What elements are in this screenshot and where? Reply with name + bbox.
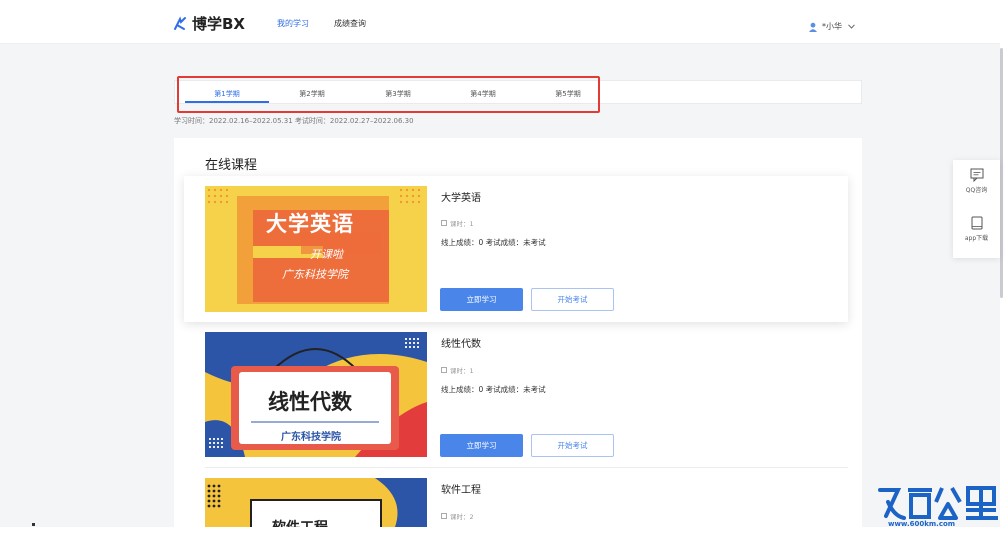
study-now-button[interactable]: 立即学习 [440, 288, 523, 311]
lesson-icon [441, 513, 447, 519]
lesson-icon [441, 367, 447, 373]
lesson-count: 课时：1 [450, 367, 474, 375]
qq-consult-button[interactable]: QQ咨询 [953, 168, 1000, 194]
course-lessons-linear-algebra: 课时：1 [441, 365, 474, 375]
course-scores-english: 线上成绩：0 考试成绩：未考试 [441, 238, 546, 247]
course-name-linear-algebra[interactable]: 线性代数 [441, 335, 481, 350]
avatar-icon [809, 22, 817, 32]
logo-icon [174, 15, 186, 30]
lesson-icon [441, 220, 447, 226]
course-name-english[interactable]: 大学英语 [441, 189, 481, 204]
chevron-down-icon [848, 24, 855, 29]
lesson-count: 课时：2 [450, 513, 474, 521]
qq-consult-label: QQ咨询 [965, 187, 988, 194]
logo-text: 博学BX [192, 15, 245, 33]
section-title: 在线课程 [205, 158, 258, 173]
top-header: 博学BX 我的学习 成绩查询 *小华 [0, 0, 1000, 44]
course-lessons-software-engineering: 课时：2 [441, 511, 474, 521]
software-cover-title: 软件工程 [272, 518, 328, 527]
chat-icon [970, 168, 983, 182]
start-exam-button[interactable]: 开始考试 [531, 434, 614, 457]
semester-time-info: 学习时间：2022.02.16–2022.05.31 考试时间：2022.02.… [174, 117, 414, 125]
card-divider [205, 467, 848, 468]
english-cover-school: 广东科技学院 [282, 268, 348, 281]
nav-my-learning[interactable]: 我的学习 [277, 18, 309, 29]
english-cover-title: 大学英语 [266, 212, 354, 236]
app-download-button[interactable]: app下载 [953, 216, 1000, 242]
lesson-count: 课时：1 [450, 220, 474, 228]
user-menu[interactable]: *小华 [808, 21, 855, 32]
nav-score-query[interactable]: 成绩查询 [334, 18, 366, 29]
app-download-label: app下载 [964, 235, 989, 242]
app-logo[interactable]: 博学BX [172, 13, 245, 34]
user-name: *小华 [822, 22, 842, 31]
linear-algebra-cover-title: 线性代数 [268, 390, 352, 414]
course-lessons-english: 课时：1 [441, 218, 474, 228]
start-exam-button[interactable]: 开始考试 [531, 288, 614, 311]
bottom-bar [0, 527, 1000, 535]
study-now-button[interactable]: 立即学习 [440, 434, 523, 457]
tablet-icon [971, 216, 982, 230]
watermark-url: www.600km.com [888, 520, 956, 528]
corner-marker [32, 523, 35, 526]
linear-algebra-cover-school: 广东科技学院 [281, 432, 341, 443]
floating-help-panel: QQ咨询 app下载 [953, 160, 1000, 258]
highlight-box [177, 76, 600, 113]
course-name-software-engineering[interactable]: 软件工程 [441, 481, 481, 496]
page-scrollbar[interactable] [1000, 48, 1003, 298]
english-cover-tag: 开课啦 [310, 248, 343, 261]
course-scores-linear-algebra: 线上成绩：0 考试成绩：未考试 [441, 385, 546, 394]
